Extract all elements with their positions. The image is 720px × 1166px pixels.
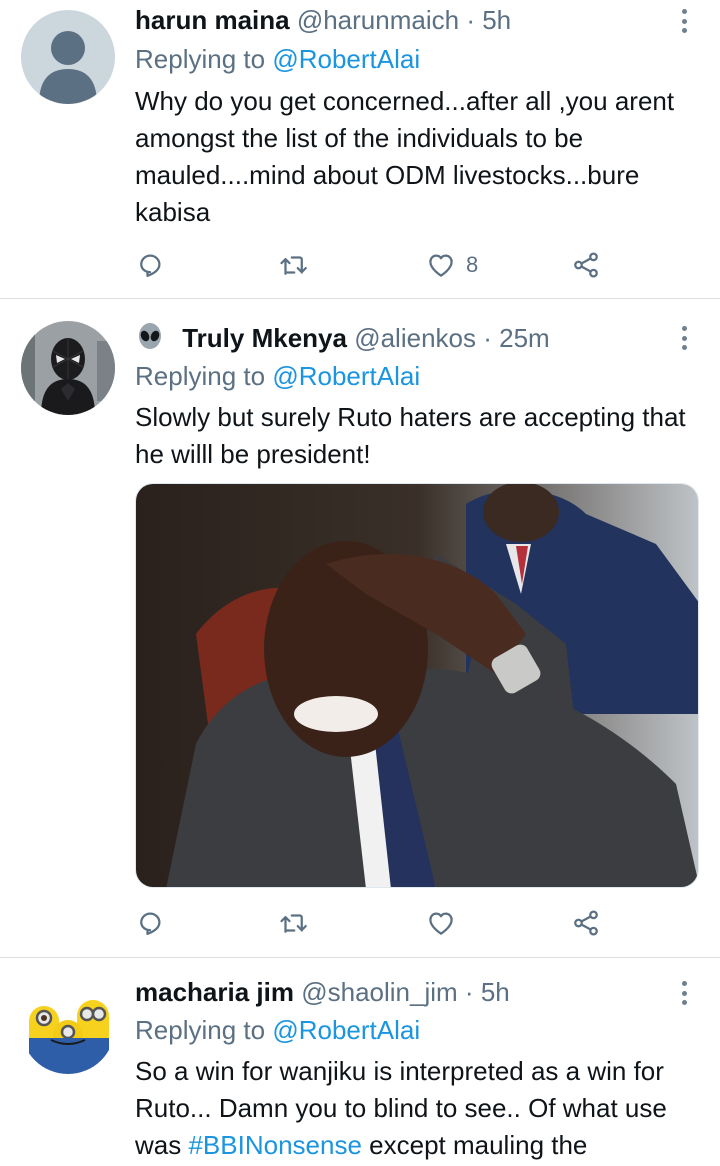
- tweet-header: Truly Mkenya @alienkos · 25m: [135, 320, 660, 356]
- reply-button[interactable]: [135, 903, 165, 943]
- separator-dot: ·: [464, 977, 474, 1007]
- replying-to: Replying to @RobertAlai: [135, 41, 420, 77]
- mention-link[interactable]: @RobertAlai: [272, 361, 420, 391]
- tweet-text: Why do you get concerned...after all ,yo…: [135, 86, 675, 227]
- share-button[interactable]: [571, 245, 601, 285]
- share-icon: [574, 252, 598, 278]
- retweet-button[interactable]: [278, 245, 308, 285]
- share-button[interactable]: [571, 903, 601, 943]
- heart-icon: [429, 254, 453, 277]
- tweet-header: harun maina @harunmaich · 5h: [135, 2, 660, 38]
- tweet-3[interactable]: macharia jim @shaolin_jim · 5h Replying …: [0, 958, 720, 1166]
- like-button[interactable]: 8: [426, 245, 478, 285]
- more-options-icon[interactable]: [676, 323, 692, 353]
- tweet-actions: [135, 903, 615, 943]
- tweet-photo[interactable]: [135, 483, 699, 888]
- minions-avatar-icon: [21, 980, 115, 1074]
- reply-button[interactable]: [135, 245, 165, 285]
- tweet-text: Slowly but surely Ruto haters are accept…: [135, 402, 686, 469]
- separator-dot: ·: [466, 5, 475, 35]
- timestamp[interactable]: 5h: [482, 5, 511, 35]
- alien-icon: [135, 321, 165, 356]
- separator-dot: ·: [483, 323, 492, 353]
- replying-to: Replying to @RobertAlai: [135, 358, 420, 394]
- user-handle[interactable]: @harunmaich: [297, 5, 459, 35]
- replying-to-label: Replying to: [135, 361, 266, 391]
- spider-man-avatar-icon: [21, 321, 115, 415]
- tweet-header: macharia jim @shaolin_jim · 5h: [135, 974, 660, 1010]
- timestamp[interactable]: 25m: [499, 323, 550, 353]
- retweet-button[interactable]: [278, 903, 308, 943]
- tweet-actions: 8: [135, 245, 615, 285]
- reply-icon: [140, 912, 161, 935]
- like-button[interactable]: [426, 903, 456, 943]
- avatar[interactable]: [21, 10, 115, 104]
- replying-to-label: Replying to: [135, 1015, 266, 1045]
- avatar[interactable]: [21, 321, 115, 415]
- retweet-icon: [280, 914, 307, 933]
- timestamp[interactable]: 5h: [481, 977, 510, 1007]
- replying-to: Replying to @RobertAlai: [135, 1012, 420, 1048]
- tweet-text: So a win for wanjiku is interpreted as a…: [135, 1053, 705, 1164]
- default-user-avatar-icon: [21, 10, 115, 104]
- more-options-icon[interactable]: [676, 978, 692, 1008]
- hashtag-link[interactable]: #BBINonsense: [188, 1130, 361, 1160]
- reply-icon: [140, 254, 161, 277]
- share-icon: [574, 910, 598, 936]
- heart-icon: [429, 912, 453, 935]
- retweet-icon: [280, 256, 307, 275]
- user-handle[interactable]: @alienkos: [354, 323, 476, 353]
- user-handle[interactable]: @shaolin_jim: [301, 977, 457, 1007]
- more-options-icon[interactable]: [676, 6, 692, 36]
- replying-to-label: Replying to: [135, 44, 266, 74]
- photo-image: [136, 484, 698, 887]
- tweet-1[interactable]: harun maina @harunmaich · 5h Replying to…: [0, 0, 720, 298]
- avatar[interactable]: [21, 980, 115, 1074]
- mention-link[interactable]: @RobertAlai: [272, 44, 420, 74]
- display-name[interactable]: harun maina: [135, 5, 290, 35]
- display-name[interactable]: Truly Mkenya: [182, 323, 347, 353]
- like-count: 8: [466, 252, 479, 277]
- display-name[interactable]: macharia jim: [135, 977, 294, 1007]
- tweet-text-part: except mauling the: [361, 1130, 588, 1160]
- mention-link[interactable]: @RobertAlai: [272, 1015, 420, 1045]
